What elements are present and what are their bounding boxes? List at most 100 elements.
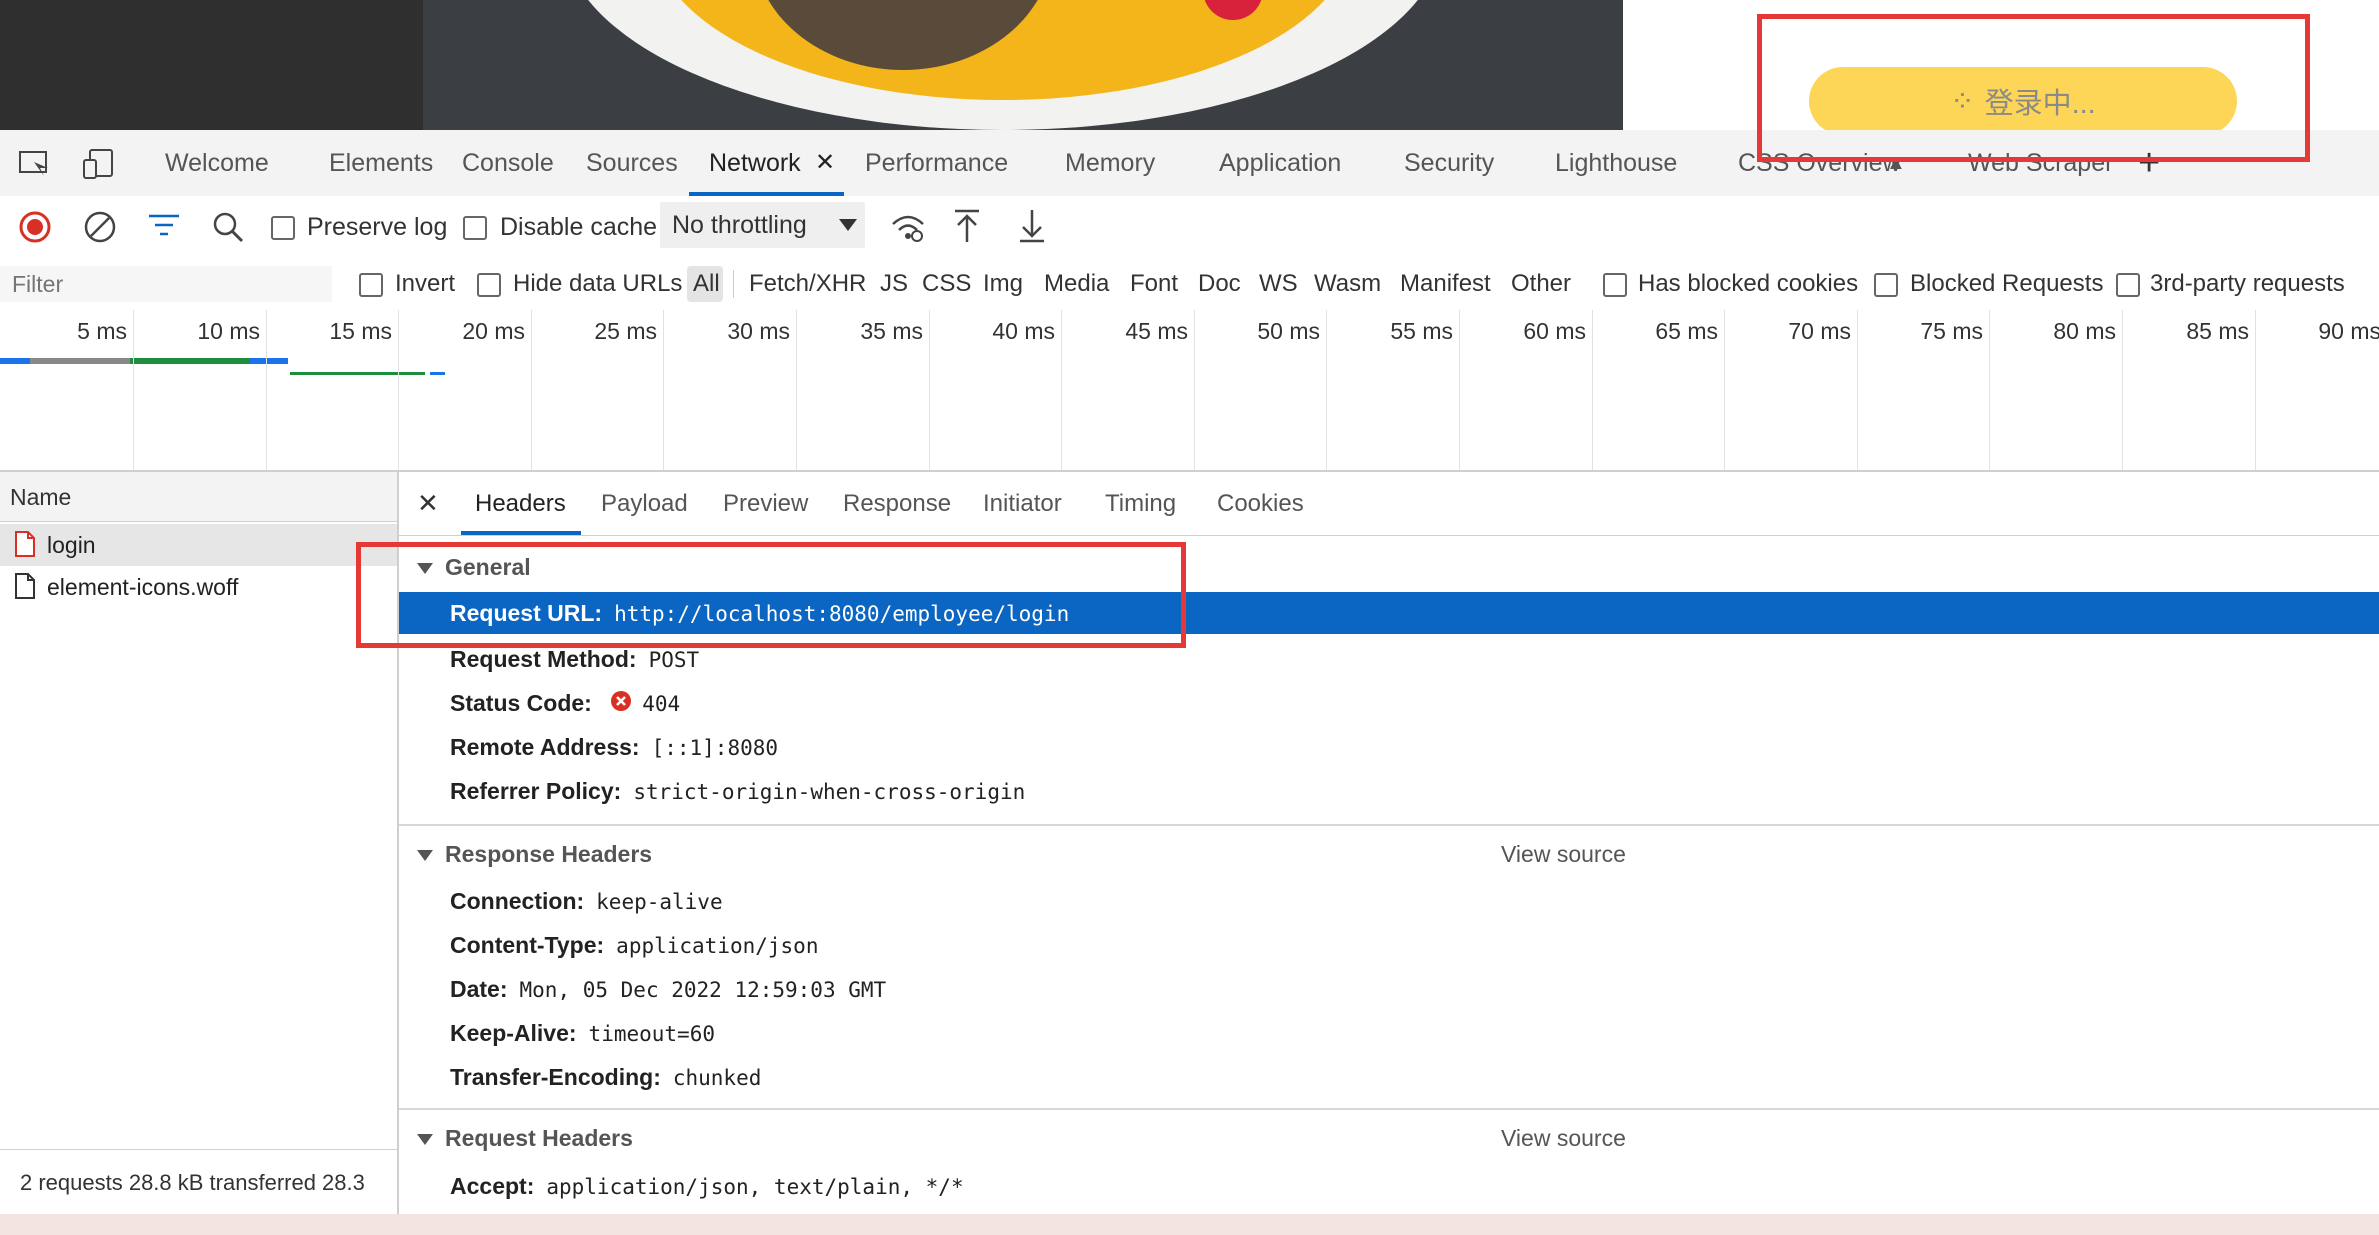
clear-icon[interactable] [83, 210, 117, 244]
filter-type-other[interactable]: Other [1511, 258, 1571, 310]
tab-cookies[interactable]: Cookies [1217, 472, 1304, 535]
preserve-log-checkbox[interactable] [271, 216, 295, 240]
header-key: Content-Type: [450, 932, 605, 958]
filter-type-doc[interactable]: Doc [1198, 258, 1241, 310]
filter-bar: Invert Hide data URLs All Fetch/XHR JS C… [0, 258, 2379, 311]
tab-timing[interactable]: Timing [1105, 472, 1176, 535]
timeline-tick-label: 20 ms [462, 318, 525, 344]
tab-sources[interactable]: Sources [586, 130, 678, 196]
divider [399, 1108, 2379, 1110]
filter-input[interactable] [0, 266, 332, 302]
header-value: chunked [672, 1066, 762, 1090]
name-column-header[interactable]: Name [0, 472, 397, 522]
close-details-icon[interactable]: ✕ [417, 472, 439, 535]
tab-security[interactable]: Security [1404, 130, 1494, 196]
blocked-requests-checkbox[interactable] [1874, 273, 1898, 297]
timeline-gridline [2122, 310, 2123, 470]
tab-lighthouse[interactable]: Lighthouse [1555, 130, 1677, 196]
timeline-gridline [796, 310, 797, 470]
throttling-select[interactable]: No throttling [660, 202, 865, 248]
filter-type-manifest[interactable]: Manifest [1400, 258, 1491, 310]
tab-memory[interactable]: Memory [1065, 130, 1155, 196]
filter-type-js[interactable]: JS [880, 258, 908, 310]
expand-triangle-icon [417, 1134, 433, 1146]
timeline-gridline [531, 310, 532, 470]
filter-type-css[interactable]: CSS [922, 258, 971, 310]
hide-data-urls-checkbox[interactable] [477, 273, 501, 297]
filter-type-font[interactable]: Font [1130, 258, 1178, 310]
header-value: 404 [642, 692, 681, 716]
disable-cache-checkbox[interactable] [463, 216, 487, 240]
timeline-gridline [1592, 310, 1593, 470]
header-key: Remote Address: [450, 734, 640, 760]
view-source-link[interactable]: View source [1501, 834, 1626, 874]
filter-type-all[interactable]: All [693, 258, 720, 310]
header-value: keep-alive [596, 890, 723, 914]
request-row-login[interactable]: login [0, 524, 397, 566]
device-toolbar-icon[interactable] [82, 148, 116, 180]
response-header-row: Connection: keep-alive [399, 879, 2379, 923]
filter-type-img[interactable]: Img [983, 258, 1023, 310]
timeline-tick-label: 25 ms [594, 318, 657, 344]
request-name: element-icons.woff [47, 574, 239, 600]
status-code-row: Status Code: 404 [399, 681, 2379, 725]
tab-console[interactable]: Console [462, 130, 554, 196]
timeline-bar-download [130, 358, 250, 364]
header-value: application/json [616, 934, 819, 958]
filter-type-wasm[interactable]: Wasm [1314, 258, 1381, 310]
error-status-icon [611, 690, 632, 711]
timeline-gridline [1194, 310, 1195, 470]
request-row-font[interactable]: element-icons.woff [0, 566, 397, 608]
request-list-pane: Name login element-icons.woff 2 requests… [0, 472, 399, 1214]
inspect-element-icon[interactable] [18, 150, 50, 178]
throttling-value: No throttling [672, 211, 807, 239]
tab-network[interactable]: Network [709, 130, 801, 196]
third-party-checkbox[interactable] [2116, 273, 2140, 297]
response-header-row: Date: Mon, 05 Dec 2022 12:59:03 GMT [399, 967, 2379, 1011]
tab-welcome[interactable]: Welcome [165, 130, 269, 196]
tab-elements[interactable]: Elements [329, 130, 433, 196]
tab-initiator[interactable]: Initiator [983, 472, 1062, 535]
header-value: Mon, 05 Dec 2022 12:59:03 GMT [519, 978, 887, 1002]
timeline-tick-label: 10 ms [197, 318, 260, 344]
network-overview-timeline[interactable]: 5 ms 10 ms 15 ms 20 ms 25 ms 30 ms 35 ms 40 ms 4… [0, 310, 2379, 472]
record-stop-icon[interactable] [18, 210, 52, 244]
timeline-tick-label: 5 ms [77, 318, 127, 344]
header-value: [::1]:8080 [651, 736, 779, 760]
timeline-tick-label: 45 ms [1125, 318, 1188, 344]
network-conditions-icon[interactable] [890, 210, 926, 244]
chevron-down-icon [839, 219, 857, 231]
export-har-icon[interactable] [1018, 208, 1046, 244]
timeline-gridline [1989, 310, 1990, 470]
timeline-gridline [2255, 310, 2256, 470]
section-title: Request Headers [445, 1125, 633, 1151]
has-blocked-cookies-checkbox[interactable] [1603, 273, 1627, 297]
hide-data-urls-label: Hide data URLs [513, 270, 683, 297]
preserve-log-label: Preserve log [307, 213, 448, 241]
tab-application[interactable]: Application [1219, 130, 1341, 196]
filter-type-fetch-xhr[interactable]: Fetch/XHR [749, 258, 866, 310]
filter-type-media[interactable]: Media [1044, 258, 1109, 310]
tab-performance[interactable]: Performance [865, 130, 1008, 196]
header-key: Accept: [450, 1173, 535, 1199]
close-tab-icon[interactable]: ✕ [815, 130, 835, 196]
import-har-icon[interactable] [953, 208, 981, 244]
tab-headers[interactable]: Headers [475, 472, 566, 535]
invert-checkbox[interactable] [359, 273, 383, 297]
tab-response[interactable]: Response [843, 472, 951, 535]
timeline-gridline [663, 310, 664, 470]
response-headers-section-header[interactable]: Response Headers View source [399, 834, 2379, 874]
tab-payload[interactable]: Payload [601, 472, 688, 535]
request-name: login [47, 532, 96, 558]
filter-icon[interactable] [147, 212, 181, 240]
filter-type-ws[interactable]: WS [1259, 258, 1298, 310]
annotation-highlight-login [1757, 14, 2310, 162]
network-toolbar: Preserve log Disable cache No throttling [0, 196, 2379, 259]
divider [399, 824, 2379, 826]
view-source-link[interactable]: View source [1501, 1118, 1626, 1158]
file-icon [15, 573, 35, 599]
tab-preview[interactable]: Preview [723, 472, 808, 535]
request-headers-section-header[interactable]: Request Headers View source [399, 1118, 2379, 1158]
search-icon[interactable] [211, 210, 245, 244]
section-title: Response Headers [445, 841, 653, 867]
